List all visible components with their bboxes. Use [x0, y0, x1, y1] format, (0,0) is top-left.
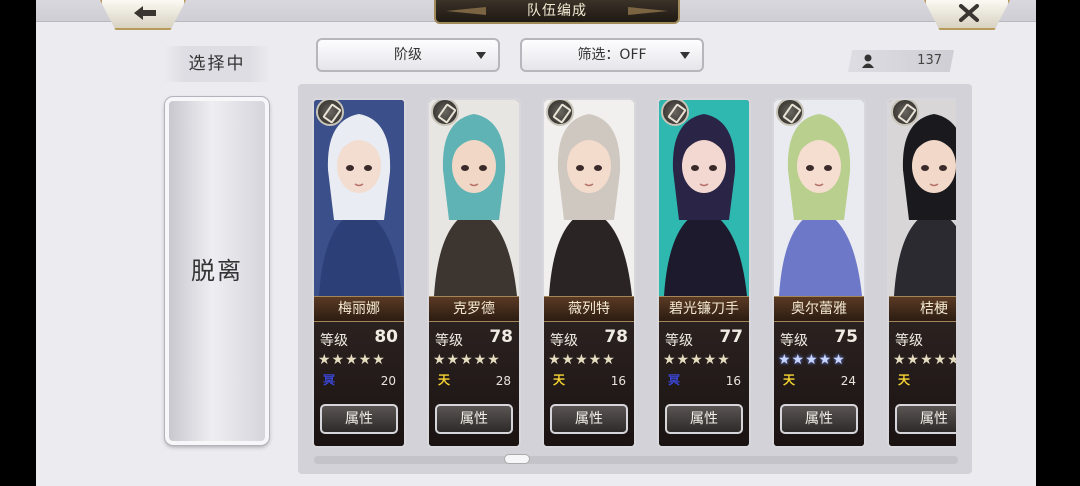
rarity-stars: ★★★★★ [893, 352, 956, 368]
character-portrait [544, 100, 634, 296]
page-title-text: 队伍编成 [527, 3, 587, 19]
element-value: 16 [725, 374, 741, 388]
character-name: 桔梗 [889, 296, 956, 322]
level-label: 等级 [895, 333, 923, 349]
level-label: 等级 [665, 333, 693, 349]
character-portrait [429, 100, 519, 296]
scrollbar-thumb[interactable] [504, 454, 530, 464]
weapon-class-icon [776, 100, 804, 126]
element-icon: 天 [782, 373, 795, 387]
character-name: 梅丽娜 [314, 296, 404, 322]
element-value: 20 [380, 374, 396, 388]
weapon-class-icon [546, 100, 574, 126]
character-card[interactable]: 桔梗等级7★★★★★天属性 [887, 98, 956, 448]
close-icon [959, 4, 979, 22]
rarity-stars: ★★★★★ [778, 352, 846, 368]
attribute-button[interactable]: 属性 [550, 404, 628, 434]
back-button[interactable] [100, 0, 186, 30]
level-value: 78 [604, 327, 628, 347]
attribute-button[interactable]: 属性 [780, 404, 858, 434]
dropdown-arrow-icon [680, 52, 690, 59]
level-label: 等级 [435, 333, 463, 349]
horizontal-scrollbar[interactable] [314, 454, 958, 464]
attribute-button[interactable]: 属性 [320, 404, 398, 434]
character-card[interactable]: 克罗德等级 78 ★★★★★ 天 28 属性 [427, 98, 521, 448]
weapon-class-icon [891, 100, 919, 126]
element-icon: 天 [437, 373, 450, 387]
weapon-class-icon [316, 100, 344, 126]
character-name: 奥尔蕾雅 [774, 296, 864, 322]
team-formation-panel: 队伍编成 选择中 脱离 阶级 筛选：OFF 137 梅丽娜等级 80 ★★★★★ 冥 2… [36, 0, 1036, 486]
element-icon: 天 [897, 373, 910, 387]
character-card[interactable]: 奥尔蕾雅等级 75 ★★★★★ 天 24 属性 [772, 98, 866, 448]
character-stats: 等级 75 ★★★★★ 天 24 属性 [774, 322, 864, 446]
level-value: 77 [719, 327, 743, 347]
leave-button[interactable]: 脱离 [164, 96, 270, 446]
element-value: 24 [840, 374, 856, 388]
level-value: 80 [374, 327, 398, 347]
character-card[interactable]: 薇列特等级 78 ★★★★★ 天 16 属性 [542, 98, 636, 448]
attribute-button[interactable]: 属性 [895, 404, 956, 434]
dropdown-arrow-icon [476, 52, 486, 59]
character-card[interactable]: 梅丽娜等级 80 ★★★★★ 冥 20 属性 [312, 98, 406, 448]
arrow-left-icon [134, 6, 156, 20]
character-name: 克罗德 [429, 296, 519, 322]
character-stats: 等级 77 ★★★★★ 冥 16 属性 [659, 322, 749, 446]
level-label: 等级 [780, 333, 808, 349]
level-value: 78 [489, 327, 513, 347]
person-icon [862, 54, 874, 68]
attribute-button[interactable]: 属性 [435, 404, 513, 434]
character-stats: 等级 78 ★★★★★ 天 16 属性 [544, 322, 634, 446]
filter-dropdown-label: 筛选：OFF [577, 47, 647, 63]
character-portrait [314, 100, 404, 296]
character-card[interactable]: 碧光镰刀手等级 77 ★★★★★ 冥 16 属性 [657, 98, 751, 448]
game-screen: 队伍编成 选择中 脱离 阶级 筛选：OFF 137 梅丽娜等级 80 ★★★★★ 冥 2… [0, 0, 1080, 486]
filter-dropdown[interactable]: 筛选：OFF [520, 38, 704, 72]
element-icon: 冥 [667, 373, 680, 387]
character-cards-viewport: 梅丽娜等级 80 ★★★★★ 冥 20 属性 克罗德等级 78 ★★★★★ 天 28 属性 薇列特等级 7… [312, 94, 956, 449]
weapon-class-icon [661, 100, 689, 126]
level-value: 75 [834, 327, 858, 347]
level-label: 等级 [320, 333, 348, 349]
element-icon: 天 [552, 373, 565, 387]
rarity-stars: ★★★★★ [318, 352, 386, 368]
character-name: 碧光镰刀手 [659, 296, 749, 322]
weapon-class-icon [431, 100, 459, 126]
close-button[interactable] [924, 0, 1010, 30]
rank-sort-dropdown-label: 阶级 [394, 47, 422, 63]
character-portrait [659, 100, 749, 296]
element-icon: 冥 [322, 373, 335, 387]
rank-sort-dropdown[interactable]: 阶级 [316, 38, 500, 72]
character-list[interactable]: 梅丽娜等级 80 ★★★★★ 冥 20 属性 克罗德等级 78 ★★★★★ 天 28 属性 薇列特等级 7… [298, 84, 972, 474]
character-portrait [889, 100, 956, 296]
rarity-stars: ★★★★★ [433, 352, 501, 368]
level-label: 等级 [550, 333, 578, 349]
character-portrait [774, 100, 864, 296]
roster-count-badge: 137 [848, 50, 954, 72]
page-title: 队伍编成 [434, 0, 680, 24]
roster-count-value: 137 [917, 53, 942, 68]
element-value: 28 [495, 374, 511, 388]
character-stats: 等级 80 ★★★★★ 冥 20 属性 [314, 322, 404, 446]
rarity-stars: ★★★★★ [548, 352, 616, 368]
attribute-button[interactable]: 属性 [665, 404, 743, 434]
character-stats: 等级7★★★★★天属性 [889, 322, 956, 446]
rarity-stars: ★★★★★ [663, 352, 731, 368]
title-ornament-icon [446, 7, 486, 15]
element-value: 16 [610, 374, 626, 388]
selecting-label: 选择中 [164, 46, 270, 82]
character-name: 薇列特 [544, 296, 634, 322]
character-stats: 等级 78 ★★★★★ 天 28 属性 [429, 322, 519, 446]
title-ornament-icon [628, 7, 668, 15]
